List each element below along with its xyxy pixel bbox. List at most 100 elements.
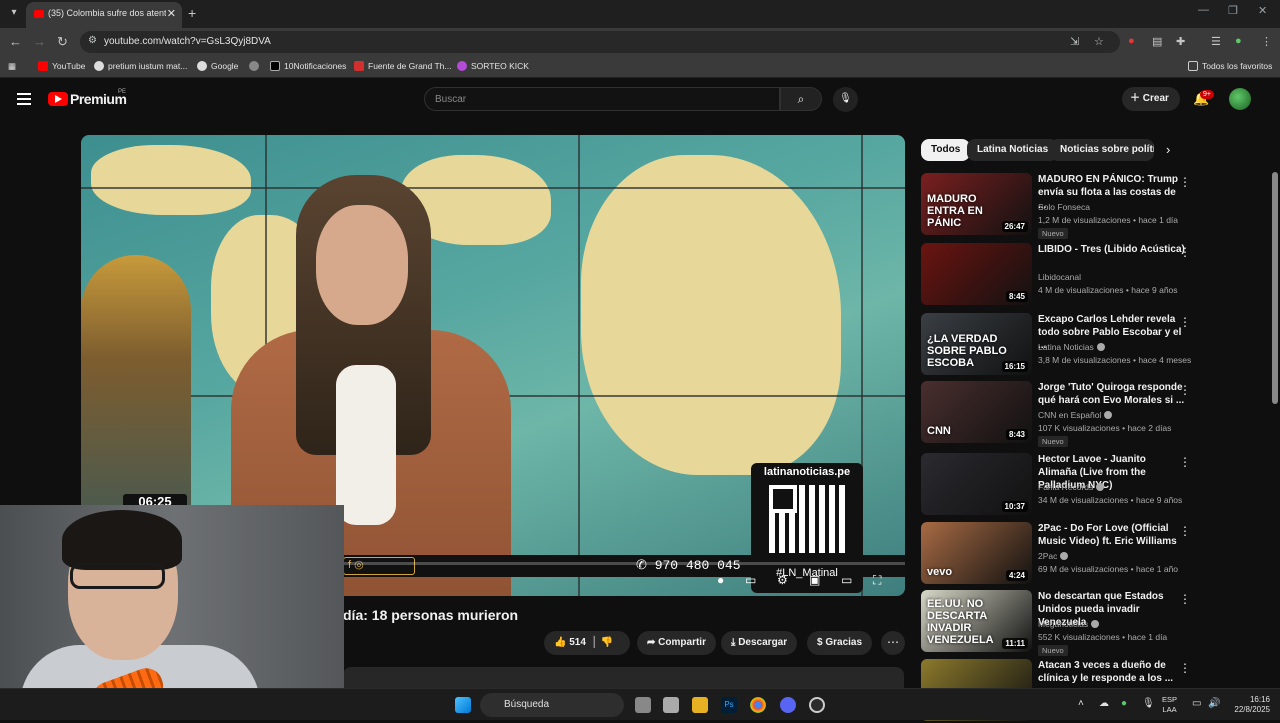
recommendation-item[interactable]: ¿LA VERDAD SOBRE PABLO ESCOBA 16:15 Excapo… xyxy=(921,313,1251,377)
network-icon[interactable]: ▭ xyxy=(1192,698,1201,709)
language-indicator[interactable]: ESP LAA xyxy=(1162,695,1177,715)
discord-icon[interactable] xyxy=(780,697,796,713)
close-window-icon[interactable]: ✕ xyxy=(1258,4,1267,17)
channel-name[interactable]: CNN en Español xyxy=(1038,410,1113,420)
active-tab[interactable]: (35) Colombia sufre dos atenta ✕ xyxy=(26,2,182,28)
bookmark-youtube[interactable]: YouTube xyxy=(38,61,85,71)
file-explorer-icon[interactable] xyxy=(692,697,708,713)
tab-search-icon[interactable]: ▾ xyxy=(6,5,22,21)
scrollbar[interactable] xyxy=(1272,172,1278,404)
bookmark-sorteo-kick[interactable]: SORTEO KICK xyxy=(457,61,529,71)
channel-name[interactable]: Latina Noticias xyxy=(1038,342,1105,352)
maximize-icon[interactable]: ❐ xyxy=(1228,4,1238,17)
search-button[interactable]: ⌕ xyxy=(780,87,822,111)
channel-name[interactable]: Solo Fonseca xyxy=(1038,202,1090,212)
volume-icon[interactable]: 🔊 xyxy=(1208,698,1220,709)
channel-name[interactable]: Meganoticias xyxy=(1038,619,1100,629)
recommendation-item[interactable]: CNN 8:43 Jorge 'Tuto' Quiroga responde qué… xyxy=(921,381,1251,447)
share-button[interactable]: ➦ Compartir xyxy=(637,631,716,655)
fullscreen-icon[interactable]: ⛶ xyxy=(873,573,881,588)
kebab-menu-icon[interactable]: ⋮ xyxy=(1179,175,1191,189)
chip-noticias-politica[interactable]: Noticias sobre política xyxy=(1050,139,1154,161)
recommendation-title[interactable]: 2Pac - Do For Love (Official Music Video… xyxy=(1038,522,1186,548)
chip-todos[interactable]: Todos xyxy=(921,139,971,161)
extension-icon[interactable]: ▤ xyxy=(1152,35,1162,48)
chip-latina-noticias[interactable]: Latina Noticias xyxy=(967,139,1059,161)
recommendation-item[interactable]: EE.UU. NO DESCARTA INVADIR VENEZUELA 11:1… xyxy=(921,590,1251,656)
subtitles-icon[interactable]: ▭ xyxy=(745,573,756,587)
bookmark-fuente[interactable]: Fuente de Grand Th... xyxy=(354,61,451,71)
close-tab-icon[interactable]: ✕ xyxy=(167,7,176,20)
kebab-menu-icon[interactable]: ⋮ xyxy=(1179,592,1191,606)
extension-red-icon[interactable]: ● xyxy=(1128,35,1135,47)
minimize-icon[interactable]: — xyxy=(1198,4,1209,16)
install-app-icon[interactable]: ⇲ xyxy=(1070,35,1079,48)
app-icon[interactable] xyxy=(663,697,679,713)
recommendation-item[interactable]: 10:37 Hector Lavoe - Juanito Alimaña (Liv… xyxy=(921,453,1251,517)
reading-list-icon[interactable]: ☰ xyxy=(1211,35,1221,48)
profile-icon[interactable]: ● xyxy=(1235,35,1242,47)
bookmark-10notificaciones[interactable]: 10Notificaciones xyxy=(270,61,346,71)
recommendation-title[interactable]: Jorge 'Tuto' Quiroga responde qué hará c… xyxy=(1038,381,1186,407)
reload-icon[interactable]: ↻ xyxy=(57,34,68,50)
kebab-menu-icon[interactable]: ⋮ xyxy=(1179,315,1191,329)
mic-tray-icon[interactable]: 🎙 xyxy=(1142,698,1155,709)
kebab-menu-icon[interactable]: ⋮ xyxy=(1179,661,1191,675)
app-icon[interactable] xyxy=(809,697,825,713)
photoshop-icon[interactable]: Ps xyxy=(721,697,737,713)
search-input[interactable]: Buscar xyxy=(424,87,780,111)
kebab-menu-icon[interactable]: ⋮ xyxy=(1179,245,1191,259)
video-thumbnail[interactable]: 10:37 xyxy=(921,453,1032,515)
back-icon[interactable]: ← xyxy=(9,34,22,49)
autoplay-toggle-icon[interactable]: ● xyxy=(717,573,724,587)
recommendation-item[interactable]: 8:45 LIBIDO - Tres (Libido Acústica) Libid… xyxy=(921,243,1251,307)
recommendation-item[interactable]: vevo 4:24 2Pac - Do For Love (Official Mus… xyxy=(921,522,1251,586)
thanks-button[interactable]: $ Gracias xyxy=(807,631,873,655)
tray-app-icon[interactable]: ● xyxy=(1121,698,1127,709)
create-button[interactable]: ＋ Crear xyxy=(1122,87,1180,111)
voice-search-icon[interactable]: 🎙 xyxy=(833,87,858,112)
kebab-menu-icon[interactable]: ⋮ xyxy=(1179,524,1191,538)
youtube-logo-icon[interactable] xyxy=(48,92,68,106)
bookmark-pretium[interactable]: pretium iustum mat... xyxy=(94,61,187,71)
kebab-menu-icon[interactable]: ⋮ xyxy=(1179,383,1191,397)
recommendation-item[interactable]: MADURO ENTRA EN PÁNIC 26:47 MADURO EN PÁNI… xyxy=(921,173,1251,239)
task-view-icon[interactable] xyxy=(635,697,651,713)
video-thumbnail[interactable]: CNN 8:43 xyxy=(921,381,1032,443)
bookmark-star-icon[interactable]: ☆ xyxy=(1094,35,1104,48)
download-button[interactable]: ⤓ Descargar xyxy=(721,631,798,655)
video-thumbnail[interactable]: EE.UU. NO DESCARTA INVADIR VENEZUELA 11:1… xyxy=(921,590,1032,652)
chevron-up-icon[interactable]: ˄ xyxy=(1078,698,1084,709)
chrome-menu-icon[interactable]: ⋮ xyxy=(1261,35,1272,48)
like-button[interactable]: 👍 514 │ 👎 xyxy=(544,631,630,655)
chrome-icon[interactable] xyxy=(750,697,766,713)
more-actions-icon[interactable]: ⋯ xyxy=(881,631,905,655)
all-bookmarks[interactable]: Todos los favoritos xyxy=(1188,61,1272,71)
video-thumbnail[interactable]: vevo 4:24 xyxy=(921,522,1032,584)
channel-name[interactable]: Fania Records xyxy=(1038,482,1105,492)
windows-start-icon[interactable] xyxy=(455,697,471,713)
recommendation-title[interactable]: Atacan 3 veces a dueño de clínica y le r… xyxy=(1038,659,1186,685)
clock[interactable]: 16:16 22/8/2025 xyxy=(1222,695,1270,715)
bookmark-google[interactable]: Google xyxy=(197,61,238,71)
channel-name[interactable]: 2Pac xyxy=(1038,551,1069,561)
bookmark-globe[interactable] xyxy=(249,61,263,71)
onedrive-icon[interactable]: ☁ xyxy=(1099,698,1109,709)
chevron-right-icon[interactable]: › xyxy=(1166,142,1170,157)
taskbar-search[interactable]: Búsqueda xyxy=(480,693,624,717)
kebab-menu-icon[interactable]: ⋮ xyxy=(1179,455,1191,469)
avatar[interactable] xyxy=(1229,88,1251,110)
theater-mode-icon[interactable]: ▭ xyxy=(841,573,852,587)
channel-name[interactable]: Libidocanal xyxy=(1038,272,1081,282)
video-thumbnail[interactable]: MADURO ENTRA EN PÁNIC 26:47 xyxy=(921,173,1032,235)
extensions-puzzle-icon[interactable]: ✚ xyxy=(1176,35,1185,48)
miniplayer-icon[interactable]: ▣ xyxy=(809,573,820,587)
forward-icon[interactable]: → xyxy=(33,34,46,49)
video-thumbnail[interactable]: 8:45 xyxy=(921,243,1032,305)
settings-gear-icon[interactable]: ⚙ xyxy=(777,573,788,587)
description-box[interactable] xyxy=(343,667,904,688)
menu-icon[interactable] xyxy=(17,93,31,108)
new-tab-icon[interactable]: + xyxy=(188,5,196,21)
site-info-icon[interactable]: ⚙ xyxy=(88,35,97,46)
recommendation-title[interactable]: LIBIDO - Tres (Libido Acústica) xyxy=(1038,243,1186,256)
